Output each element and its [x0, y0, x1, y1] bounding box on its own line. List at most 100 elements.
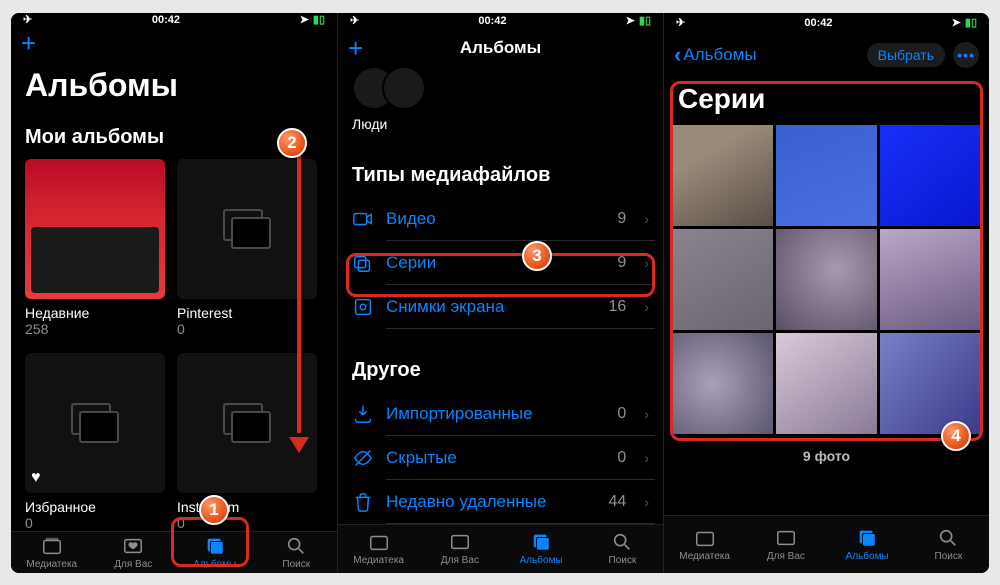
- back-label: Альбомы: [683, 45, 756, 65]
- photo-thumb[interactable]: [880, 333, 981, 434]
- photo-thumb[interactable]: [776, 333, 877, 434]
- tab-label: Медиатека: [26, 559, 77, 570]
- search-icon: [935, 527, 961, 549]
- series-title: Серии: [664, 77, 989, 125]
- search-icon: [609, 531, 635, 553]
- person-circle-icon: [382, 66, 426, 110]
- tab-for-you[interactable]: Для Вас: [745, 516, 826, 573]
- status-bar: ✈ 00:42 ➤▮▯: [338, 13, 663, 30]
- nav-bar: ‹Альбомы Выбрать •••: [664, 33, 989, 77]
- burst-icon: [352, 252, 374, 274]
- tab-bar: Медиатека Для Вас Альбомы Поиск: [664, 515, 989, 573]
- location-icon: ➤: [300, 13, 309, 26]
- stack-icon: [223, 209, 271, 249]
- tab-library[interactable]: Медиатека: [11, 532, 93, 573]
- photo-thumb[interactable]: [880, 125, 981, 226]
- large-title: Альбомы: [11, 59, 337, 120]
- media-label: Серии: [386, 253, 436, 273]
- airplane-icon: ✈: [23, 13, 32, 26]
- nav-bar: + Альбомы: [338, 29, 663, 66]
- add-album-button[interactable]: +: [21, 30, 36, 56]
- status-bar: ✈ 00:42 ➤ ▮▯: [664, 13, 989, 33]
- tab-bar: Медиатека Для Вас Альбомы Поиск: [338, 524, 663, 573]
- album-name: Instagram: [177, 499, 317, 515]
- media-videos[interactable]: Видео 9 ›: [346, 197, 655, 241]
- location-icon: ➤: [626, 14, 635, 27]
- pane-albums-main: ✈ 00:42 ➤ ▮▯ + Альбомы Мои альбомы Недав…: [11, 13, 337, 573]
- tab-for-you[interactable]: Для Вас: [419, 525, 500, 573]
- battery-icon: ▮▯: [965, 16, 977, 29]
- tab-label: Альбомы: [193, 559, 236, 570]
- tab-label: Поиск: [282, 559, 310, 570]
- tab-library[interactable]: Медиатека: [338, 525, 419, 573]
- for-you-icon: [773, 527, 799, 549]
- tab-library[interactable]: Медиатека: [664, 516, 745, 573]
- album-count: 0: [177, 515, 317, 531]
- stack-icon: [223, 403, 271, 443]
- chevron-right-icon: ›: [644, 299, 649, 315]
- library-icon: [366, 531, 392, 553]
- album-recents[interactable]: Недавние 258: [25, 159, 165, 337]
- album-pinterest[interactable]: Pinterest 0: [177, 159, 317, 337]
- scroll-arrow: [297, 133, 301, 453]
- other-recently-deleted[interactable]: Недавно удаленные 44 ›: [346, 480, 655, 524]
- album-thumb: [25, 159, 165, 299]
- photo-thumb[interactable]: [776, 229, 877, 330]
- photo-thumb[interactable]: [672, 125, 773, 226]
- tab-label: Для Вас: [114, 559, 152, 570]
- other-label: Недавно удаленные: [386, 492, 546, 512]
- photo-thumb[interactable]: [672, 333, 773, 434]
- stack-icon: [71, 403, 119, 443]
- photo-thumb[interactable]: [776, 125, 877, 226]
- trash-icon: [352, 491, 374, 513]
- chevron-right-icon: ›: [644, 255, 649, 271]
- media-count: 16: [609, 298, 627, 316]
- section-other: Другое: [338, 353, 663, 392]
- nav-bar: +: [11, 27, 337, 59]
- tab-albums[interactable]: Альбомы: [827, 516, 908, 573]
- album-favorites[interactable]: ♥ Избранное 0: [25, 353, 165, 531]
- battery-icon: ▮▯: [313, 13, 325, 26]
- tab-for-you[interactable]: Для Вас: [93, 532, 175, 573]
- media-bursts[interactable]: Серии 9 ›: [346, 241, 655, 285]
- album-grid-row1: Недавние 258 Pinterest 0 I 0: [11, 159, 337, 337]
- tab-search[interactable]: Поиск: [256, 532, 338, 573]
- tab-bar: Медиатека Для Вас Альбомы Поиск: [11, 531, 337, 573]
- other-label: Импортированные: [386, 404, 533, 424]
- other-count: 0: [617, 449, 626, 467]
- back-button[interactable]: ‹Альбомы: [674, 44, 757, 66]
- tab-search[interactable]: Поиск: [908, 516, 989, 573]
- location-icon: ➤: [952, 16, 961, 29]
- other-list: Импортированные 0 › Скрытые 0 › Недавно …: [338, 392, 663, 524]
- airplane-icon: ✈: [350, 14, 359, 27]
- tab-label: Поиск: [935, 551, 963, 562]
- other-count: 0: [617, 405, 626, 423]
- other-imported[interactable]: Импортированные 0 ›: [346, 392, 655, 436]
- chevron-right-icon: ›: [644, 406, 649, 422]
- tab-label: Медиатека: [679, 551, 730, 562]
- status-time: 00:42: [804, 17, 832, 29]
- tab-search[interactable]: Поиск: [582, 525, 663, 573]
- tab-label: Для Вас: [767, 551, 805, 562]
- airplane-icon: ✈: [676, 16, 685, 29]
- more-button[interactable]: •••: [953, 42, 979, 68]
- tab-albums[interactable]: Альбомы: [174, 532, 256, 573]
- albums-icon: [202, 535, 228, 557]
- photo-thumb[interactable]: [880, 229, 981, 330]
- people-section[interactable]: Люди: [338, 66, 663, 138]
- album-thumb: [177, 353, 317, 493]
- step-badge-4: 4: [941, 421, 971, 451]
- status-bar: ✈ 00:42 ➤ ▮▯: [11, 13, 337, 27]
- album-count: 0: [177, 321, 317, 337]
- media-screenshots[interactable]: Снимки экрана 16 ›: [346, 285, 655, 329]
- pane-albums-scrolled: ✈ 00:42 ➤▮▯ + Альбомы Люди Типы медиафай…: [337, 13, 663, 573]
- select-button[interactable]: Выбрать: [867, 43, 945, 67]
- tab-label: Поиск: [609, 555, 637, 566]
- media-count: 9: [617, 254, 626, 272]
- status-time: 00:42: [152, 14, 180, 26]
- photo-thumb[interactable]: [672, 229, 773, 330]
- other-hidden[interactable]: Скрытые 0 ›: [346, 436, 655, 480]
- tab-albums[interactable]: Альбомы: [501, 525, 582, 573]
- albums-icon: [528, 531, 554, 553]
- hidden-icon: [352, 447, 374, 469]
